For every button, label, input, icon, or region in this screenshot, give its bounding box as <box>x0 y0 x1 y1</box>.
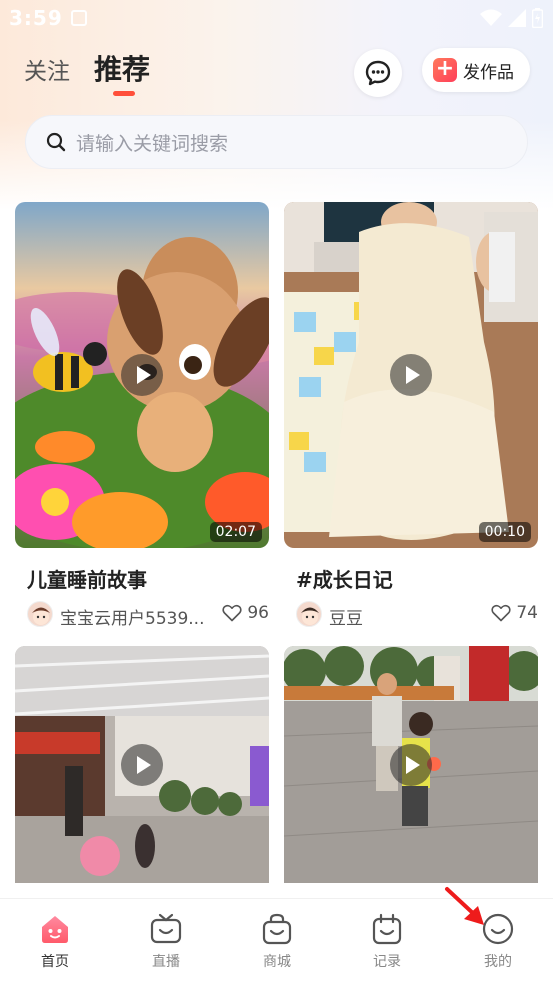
video-duration: 02:07 <box>209 522 262 542</box>
nav-label: 首页 <box>41 954 69 970</box>
tab-follow[interactable]: 关注 <box>24 52 70 86</box>
video-meta: 宝宝云用户5539... 96 <box>27 601 269 631</box>
like-count: 96 <box>247 603 269 623</box>
nav-label: 商城 <box>263 954 291 970</box>
video-card[interactable]: 00:10 #成长日记 豆豆 74 <box>284 202 538 629</box>
publish-button[interactable]: + 发作品 <box>422 48 530 92</box>
video-thumbnail[interactable]: 02:07 <box>15 202 269 548</box>
pointer-arrow-icon <box>445 887 484 925</box>
video-title[interactable]: #成长日记 <box>296 564 393 593</box>
nav-mall[interactable]: 商城 <box>237 913 317 973</box>
nav-label: 记录 <box>373 954 401 970</box>
video-title[interactable]: 儿童睡前故事 <box>27 564 147 593</box>
tab-recommend[interactable]: 推荐 <box>94 48 150 88</box>
publish-label: 发作品 <box>463 62 514 83</box>
active-tab-indicator <box>113 91 135 96</box>
video-card[interactable] <box>284 646 538 883</box>
nav-live[interactable]: 直播 <box>126 913 206 973</box>
calendar-icon <box>372 913 402 945</box>
play-icon[interactable] <box>390 743 432 786</box>
search-input[interactable]: 请输入关键词搜索 <box>25 115 528 169</box>
tv-icon <box>150 913 182 944</box>
video-thumbnail[interactable] <box>15 646 269 883</box>
nav-home[interactable]: 首页 <box>15 913 95 973</box>
home-icon <box>42 916 68 943</box>
nav-label: 直播 <box>152 954 180 970</box>
status-time: 3:59 <box>9 6 63 30</box>
avatar[interactable] <box>296 601 322 627</box>
like-button[interactable]: 96 <box>222 603 269 623</box>
author-name[interactable]: 宝宝云用户5539... <box>60 604 204 629</box>
video-card[interactable] <box>15 646 269 883</box>
signal-icon <box>508 9 526 27</box>
bag-icon <box>262 913 292 945</box>
play-icon[interactable] <box>390 354 432 396</box>
video-thumbnail[interactable]: 00:10 <box>284 202 538 548</box>
author-name[interactable]: 豆豆 <box>329 604 363 629</box>
status-bar: 3:59 <box>0 0 553 36</box>
like-count: 74 <box>516 603 538 623</box>
video-thumbnail[interactable] <box>284 646 538 883</box>
wifi-icon <box>480 9 502 26</box>
battery-icon <box>532 8 543 28</box>
search-icon <box>46 132 66 152</box>
status-indicators <box>480 8 543 28</box>
nav-record[interactable]: 记录 <box>347 913 427 973</box>
video-meta: 豆豆 74 <box>296 601 538 631</box>
avatar[interactable] <box>27 601 53 627</box>
notification-icon <box>71 10 87 26</box>
message-button[interactable] <box>354 49 402 97</box>
heart-icon <box>491 604 511 622</box>
video-card[interactable]: 02:07 儿童睡前故事 宝宝云用户5539... 96 <box>15 202 269 629</box>
heart-icon <box>222 604 242 622</box>
play-icon[interactable] <box>121 743 163 786</box>
search-placeholder: 请输入关键词搜索 <box>76 132 229 155</box>
plus-icon: + <box>433 58 457 82</box>
nav-label: 我的 <box>484 954 512 970</box>
like-button[interactable]: 74 <box>491 603 538 623</box>
chat-bubble-icon <box>365 60 391 86</box>
play-icon[interactable] <box>121 354 163 396</box>
video-duration: 00:10 <box>478 522 531 542</box>
